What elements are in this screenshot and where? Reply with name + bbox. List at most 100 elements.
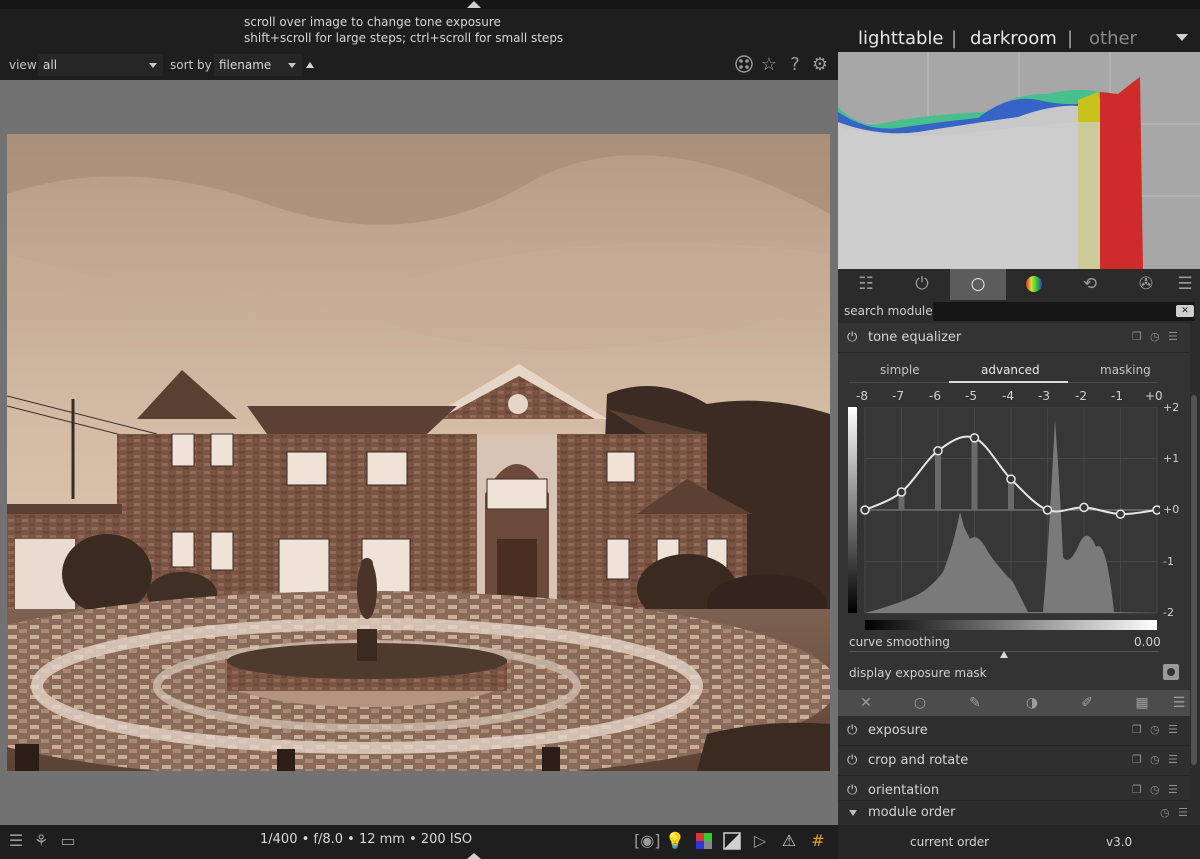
module-name: exposure: [868, 723, 928, 738]
histogram[interactable]: [838, 52, 1200, 269]
sort-label: sort by: [170, 58, 212, 72]
curve-smoothing-thumb[interactable]: [1000, 651, 1008, 658]
reset-icon[interactable]: ◷: [1150, 753, 1160, 766]
ev-label: -8: [856, 389, 868, 403]
multi-instance-icon[interactable]: ❐: [1132, 723, 1142, 736]
ev-label: -6: [929, 389, 941, 403]
curve-node[interactable]: [896, 487, 907, 497]
parametric-mask-icon[interactable]: ◑: [1017, 690, 1047, 716]
mask-menu-icon[interactable]: ☰: [1164, 690, 1194, 716]
overlays-icon[interactable]: [734, 54, 754, 76]
active-tab-underline: [949, 381, 1068, 383]
tab-advanced[interactable]: advanced: [981, 363, 1040, 377]
focus-peaking-icon[interactable]: [◉]: [634, 829, 660, 853]
power-icon[interactable]: ⏻: [847, 723, 857, 738]
curve-node[interactable]: [1079, 502, 1089, 513]
grid-overlay-icon[interactable]: #: [806, 829, 830, 853]
star-icon[interactable]: ☆: [759, 54, 779, 76]
presets-icon[interactable]: ☰: [1168, 723, 1178, 736]
ev-label: -4: [1002, 389, 1014, 403]
bulb-icon[interactable]: 💡: [663, 829, 687, 853]
module-crop-and-rotate[interactable]: ⏻ crop and rotate ❐ ◷ ☰: [838, 746, 1190, 776]
drawn-mask-icon[interactable]: ○: [905, 690, 935, 716]
collapse-bottom-arrow-icon[interactable]: [467, 853, 481, 859]
module-order-label: module order: [868, 805, 956, 820]
view-separator: |: [1067, 28, 1074, 49]
color-group-icon[interactable]: ⟲: [1062, 269, 1118, 300]
reset-icon[interactable]: ◷: [1150, 723, 1160, 736]
presets-icon[interactable]: ☰: [1168, 330, 1178, 343]
tab-masking[interactable]: masking: [1100, 363, 1151, 377]
filter-bar: view all sort by filename: [0, 52, 838, 80]
multi-instance-icon[interactable]: ❐: [1132, 330, 1142, 343]
second-window-icon[interactable]: ▭: [56, 829, 80, 853]
curve-node[interactable]: [969, 433, 980, 443]
drawn-mask-pen-icon[interactable]: ✎: [960, 690, 990, 716]
search-module-label: search module: [844, 304, 933, 318]
hint-bar: scroll over image to change tone exposur…: [0, 9, 838, 52]
power-icon[interactable]: ⏻: [847, 753, 857, 768]
y-axis-label: +0: [1163, 503, 1180, 516]
reset-icon[interactable]: ◷: [1150, 330, 1160, 343]
sort-select[interactable]: filename: [214, 54, 302, 76]
exif-info: 1/400 • f/8.0 • 12 mm • 200 ISO: [260, 832, 473, 847]
gear-icon[interactable]: ⚙: [810, 54, 830, 76]
expand-arrow-icon[interactable]: [849, 810, 857, 816]
presets-icon[interactable]: ☰: [1168, 753, 1178, 766]
softproof-icon[interactable]: [692, 829, 716, 853]
view-select[interactable]: all: [38, 54, 163, 76]
multi-instance-icon[interactable]: ❐: [1132, 753, 1142, 766]
tone-equalizer-header[interactable]: ⏻ tone equalizer ❐ ◷ ☰: [838, 323, 1190, 353]
base-group-icon[interactable]: ○: [950, 269, 1006, 300]
top-panel-strip[interactable]: [0, 0, 1200, 9]
tab-simple[interactable]: simple: [880, 363, 920, 377]
curve-node[interactable]: [933, 446, 943, 456]
warning-icon[interactable]: ⚠: [777, 829, 801, 853]
photo-preview[interactable]: [7, 134, 830, 771]
curve-node[interactable]: [1152, 505, 1162, 515]
ev-label: -1: [1111, 389, 1123, 403]
curve-smoothing-value: 0.00: [1134, 635, 1161, 649]
module-orientation[interactable]: ⏻ orientation ❐ ◷ ☰: [838, 776, 1190, 801]
help-icon[interactable]: ?: [785, 54, 805, 76]
right-panel-scrollbar[interactable]: [1191, 395, 1197, 765]
curve-node[interactable]: [1115, 509, 1126, 519]
styles-icon[interactable]: ⚘: [29, 829, 53, 853]
active-modules-icon[interactable]: ⏻: [894, 269, 950, 300]
presets-menu-icon[interactable]: ☰: [1170, 269, 1200, 300]
gamut-check-icon[interactable]: [720, 829, 744, 853]
order-version: v3.0: [1106, 835, 1133, 849]
view-darkroom[interactable]: darkroom: [970, 28, 1057, 49]
power-icon[interactable]: ⏻: [847, 783, 857, 798]
reset-icon[interactable]: ◷: [1160, 806, 1170, 819]
guides-icon[interactable]: ▷: [748, 829, 772, 853]
sort-direction-icon[interactable]: [306, 62, 314, 68]
search-module-input[interactable]: [933, 302, 1195, 321]
raster-mask-icon[interactable]: ▦: [1127, 690, 1157, 716]
current-order-label: current order: [910, 835, 990, 849]
presets-menu-icon[interactable]: ☰: [4, 829, 28, 853]
curve-node[interactable]: [860, 505, 870, 515]
display-exposure-mask-toggle[interactable]: [1163, 664, 1179, 680]
correct-group-icon[interactable]: ✇: [1118, 269, 1174, 300]
clear-search-icon[interactable]: ✕: [1176, 305, 1194, 317]
y-axis-label: -2: [1163, 606, 1174, 619]
view-lighttable[interactable]: lighttable: [858, 28, 943, 49]
view-other-select[interactable]: other: [1078, 14, 1200, 52]
multi-instance-icon[interactable]: ❐: [1132, 783, 1142, 796]
combined-mask-icon[interactable]: ✐: [1072, 690, 1102, 716]
tone-group-icon[interactable]: [1006, 269, 1062, 300]
tone-curve-graph[interactable]: [848, 406, 1162, 615]
ev-label: -3: [1038, 389, 1050, 403]
reset-icon[interactable]: ◷: [1150, 783, 1160, 796]
module-exposure[interactable]: ⏻ exposure ❐ ◷ ☰: [838, 716, 1190, 746]
ev-label: -2: [1075, 389, 1087, 403]
curve-node[interactable]: [1042, 505, 1053, 515]
quick-access-icon[interactable]: ☷: [838, 269, 894, 300]
power-icon[interactable]: ⏻: [847, 330, 857, 345]
mask-off-icon[interactable]: ✕: [851, 690, 881, 716]
presets-icon[interactable]: ☰: [1178, 806, 1188, 819]
presets-icon[interactable]: ☰: [1168, 783, 1178, 796]
collapse-top-arrow-icon[interactable]: [467, 1, 481, 8]
curve-node[interactable]: [1006, 474, 1016, 484]
